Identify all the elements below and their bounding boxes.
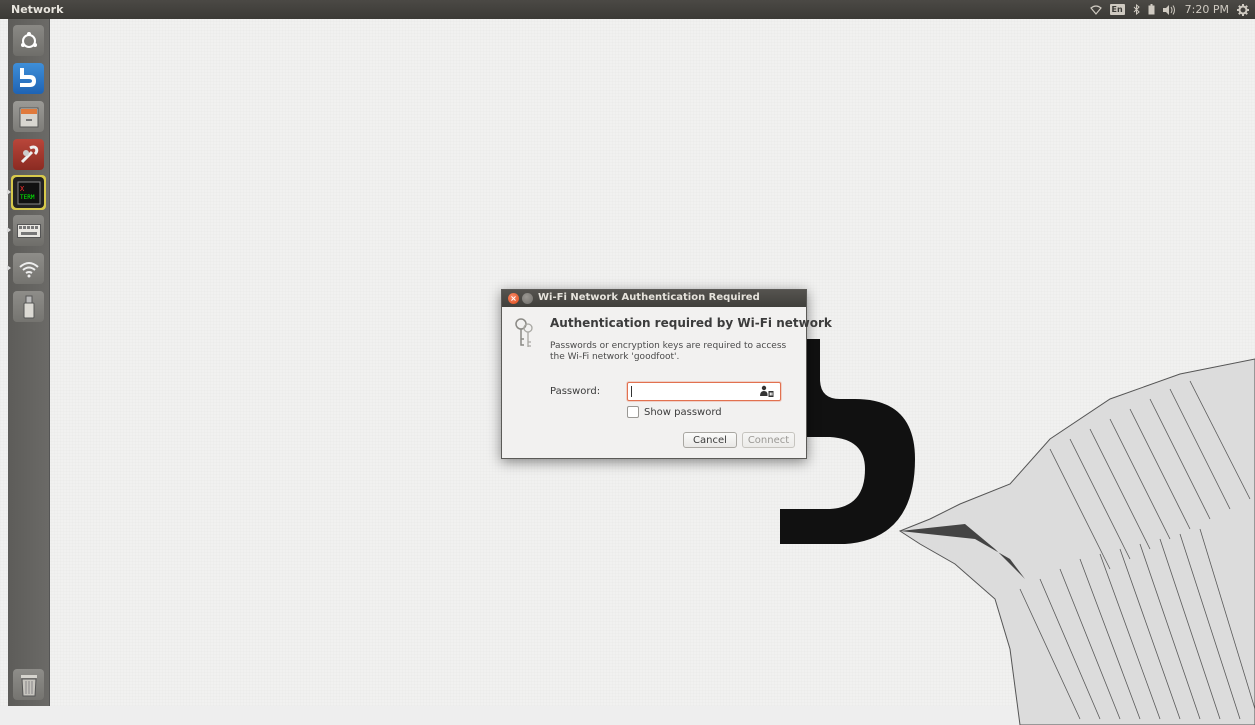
keyboard-icon <box>13 215 44 246</box>
password-field[interactable] <box>627 382 781 401</box>
wifi-auth-dialog: × Wi-Fi Network Authentication Required … <box>501 289 832 459</box>
file-cabinet-icon <box>13 101 44 132</box>
launcher-bar: X TERM <box>7 19 50 706</box>
active-app-title: Network <box>11 3 64 16</box>
show-password-toggle[interactable]: Show password <box>627 406 722 418</box>
show-password-label: Show password <box>644 406 722 418</box>
xterm-icon: X TERM <box>13 177 44 208</box>
battery-icon[interactable] <box>1148 2 1155 17</box>
trash-icon <box>13 669 44 700</box>
launcher-item-system-tools[interactable] <box>11 137 46 172</box>
indicator-area: En 7:20 PM <box>1089 2 1249 17</box>
text-caret <box>631 386 632 397</box>
minimize-button[interactable] <box>522 293 533 304</box>
cancel-button[interactable]: Cancel <box>683 432 737 448</box>
password-label: Password: <box>550 386 601 397</box>
launcher-item-hook-app[interactable] <box>11 61 46 96</box>
launcher-item-trash[interactable] <box>11 667 46 702</box>
running-indicator <box>7 265 11 271</box>
wifi-icon <box>13 253 44 284</box>
password-input[interactable] <box>631 384 751 398</box>
close-button[interactable]: × <box>508 293 519 304</box>
usb-drive-icon <box>13 291 44 322</box>
launcher-item-usb[interactable] <box>11 289 46 324</box>
user-secret-icon[interactable] <box>760 385 774 398</box>
launcher-item-keyboard[interactable] <box>7 213 46 248</box>
gear-icon[interactable] <box>1237 2 1249 17</box>
wallpaper-sketch-art <box>780 339 1255 725</box>
bluetooth-icon[interactable] <box>1133 2 1140 17</box>
wrench-icon <box>13 139 44 170</box>
keyboard-layout-indicator[interactable]: En <box>1109 4 1125 15</box>
ubuntu-logo-icon <box>13 25 44 56</box>
dialog-heading: Authentication required by Wi-Fi network <box>550 316 832 330</box>
running-indicator <box>7 189 11 195</box>
hook-icon <box>13 63 44 94</box>
clock-indicator[interactable]: 7:20 PM <box>1185 2 1229 17</box>
dialog-description: Passwords or encryption keys are require… <box>550 341 787 362</box>
launcher-item-files[interactable] <box>11 99 46 134</box>
show-password-checkbox[interactable] <box>627 406 639 418</box>
launcher-item-network[interactable] <box>7 251 46 286</box>
running-indicator <box>7 227 11 233</box>
dialog-title: Wi-Fi Network Authentication Required <box>538 292 760 303</box>
wifi-icon[interactable] <box>1089 2 1102 17</box>
volume-icon[interactable] <box>1162 2 1177 17</box>
connect-button[interactable]: Connect <box>742 432 795 448</box>
svg-text:TERM: TERM <box>20 194 35 201</box>
keys-icon <box>515 318 533 347</box>
dialog-titlebar[interactable]: × Wi-Fi Network Authentication Required <box>502 290 806 307</box>
launcher-item-xterm[interactable]: X TERM <box>7 175 46 210</box>
launcher-item-dash[interactable] <box>11 23 46 58</box>
top-panel: Network En 7:20 PM <box>0 0 1255 19</box>
